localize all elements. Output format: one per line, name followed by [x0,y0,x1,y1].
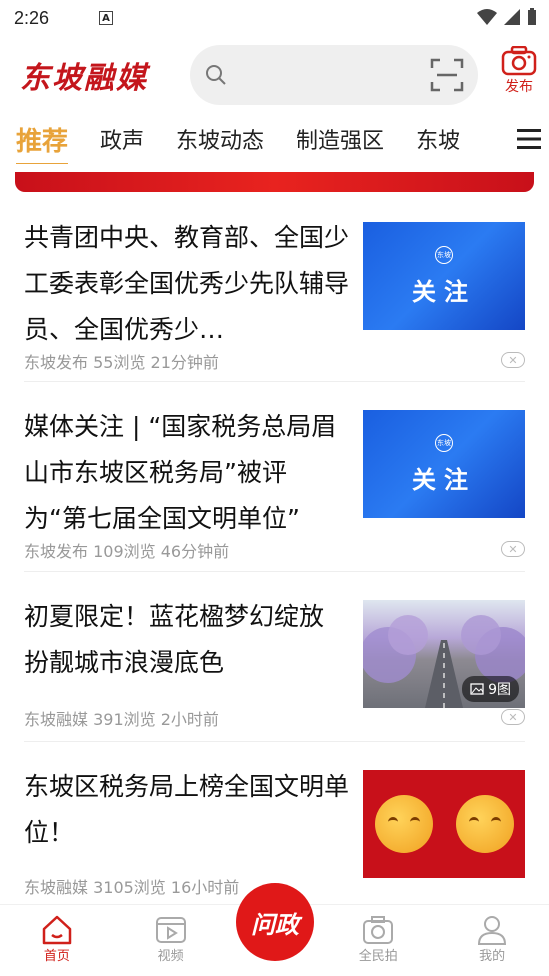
scan-icon[interactable] [430,58,464,92]
battery-icon [528,8,536,25]
news-thumbnail[interactable]: 东坡 关注 [363,410,525,518]
news-title[interactable]: 东坡区税务局上榜全国文明单位！ [24,764,349,856]
wenzheng-button[interactable]: 问政 [236,883,314,961]
news-thumbnail[interactable] [363,770,525,878]
news-meta: 东坡融媒 3105浏览 16小时前 [24,878,240,897]
news-meta: 东坡发布 55浏览 21分钟前 [24,353,219,372]
tab-recommend[interactable]: 推荐 [16,121,69,164]
thumb-badge: 东坡 [435,433,453,452]
home-icon [42,915,72,945]
tab-dongpo-more[interactable]: 东坡 [416,123,460,155]
camera-icon [501,46,537,76]
news-title[interactable]: 初夏限定！蓝花楹梦幻绽放 扮靓城市浪漫底色 [24,594,349,686]
publish-label: 发布 [505,79,533,95]
news-title[interactable]: 共青团中央、教育部、全国少工委表彰全国优秀少先队辅导员、全国优秀少… [24,215,349,353]
status-bar: 2:26 A [0,0,549,36]
news-meta: 东坡发布 109浏览 46分钟前 [24,542,230,561]
video-icon [155,917,186,943]
search-icon[interactable] [204,63,228,87]
tab-manufacturing[interactable]: 制造强区 [296,123,384,155]
image-icon [470,683,484,695]
status-icons [477,8,537,26]
nav-snap-label: 全民拍 [358,949,398,964]
tab-dongpo-news[interactable]: 东坡动态 [176,123,264,155]
news-item[interactable]: 共青团中央、教育部、全国少工委表彰全国优秀少先队辅导员、全国优秀少… 东坡 关注… [24,192,525,382]
app-header: 东坡融媒 发布 [0,36,549,114]
nav-video[interactable]: 视频 [131,915,211,964]
thumb-text: 关注 [412,464,476,494]
bottom-navigation: 首页 视频 全民拍 我的 问政 [0,883,549,976]
dismiss-icon[interactable]: ✕ [501,541,525,557]
nav-home[interactable]: 首页 [17,915,97,964]
notification-a-icon: A [99,11,114,25]
dismiss-icon[interactable]: ✕ [501,352,525,368]
tab-zhengsheng[interactable]: 政声 [100,123,144,155]
news-meta: 东坡融媒 391浏览 2小时前 [24,710,219,729]
channel-tabs: 推荐 政声 东坡动态 制造强区 东坡 [0,114,549,164]
menu-icon [517,129,541,149]
signal-icon [504,9,520,25]
user-icon [478,916,507,945]
news-title[interactable]: 媒体关注 | “国家税务总局眉山市东坡区税务局”被评为“第七届全国文明单位” [24,404,349,542]
news-thumbnail[interactable]: 东坡 关注 [363,222,525,330]
news-thumbnail[interactable]: 9图 [363,600,525,708]
nav-mine[interactable]: 我的 [452,915,532,964]
status-time: 2:26 [14,7,50,28]
publish-button[interactable]: 发布 [501,46,537,96]
nav-snap[interactable]: 全民拍 [338,915,418,964]
image-count: 9图 [488,682,511,698]
emoji-icon [455,795,514,853]
red-banner [15,172,534,192]
emoji-icon [374,795,433,853]
thumb-text: 关注 [412,276,476,306]
image-count-badge: 9图 [462,676,519,702]
wifi-icon [477,9,497,25]
news-item[interactable]: 媒体关注 | “国家税务总局眉山市东坡区税务局”被评为“第七届全国文明单位” 东… [24,382,525,572]
nav-mine-label: 我的 [479,949,506,964]
search-bar[interactable] [190,45,478,105]
thumb-badge: 东坡 [435,245,453,264]
nav-video-label: 视频 [157,949,184,964]
menu-button[interactable] [509,114,549,164]
app-logo: 东坡融媒 [20,61,148,96]
news-item[interactable]: 初夏限定！蓝花楹梦幻绽放 扮靓城市浪漫底色 9图 东坡融媒 391浏览 2小时前… [24,572,525,742]
camera-icon [363,916,394,944]
nav-home-label: 首页 [43,949,70,964]
news-feed: 共青团中央、教育部、全国少工委表彰全国优秀少先队辅导员、全国优秀少… 东坡 关注… [0,192,549,912]
dismiss-icon[interactable]: ✕ [501,709,525,725]
